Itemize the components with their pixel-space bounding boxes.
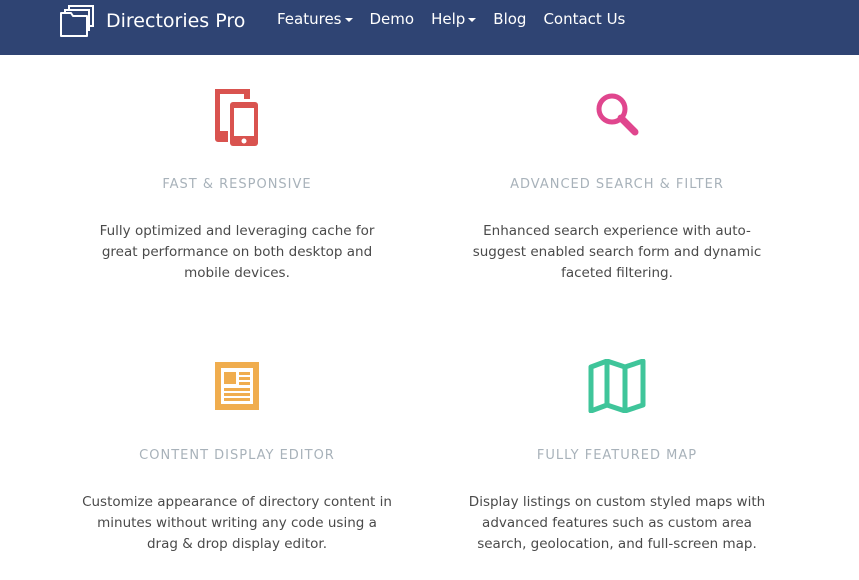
- map-icon: [588, 359, 646, 413]
- tablet-phone-icon: [215, 89, 258, 146]
- top-navbar: Directories Pro Features Demo Help Blog …: [0, 0, 859, 55]
- nav-demo[interactable]: Demo: [370, 10, 415, 28]
- search-icon: [596, 93, 639, 136]
- nav-help[interactable]: Help: [431, 10, 477, 28]
- nav-blog-label: Blog: [493, 10, 527, 28]
- feature-fast-responsive: FAST & RESPONSIVE Fully optimized and le…: [82, 85, 392, 285]
- nav-demo-label: Demo: [369, 10, 415, 28]
- feature-description: Fully optimized and leveraging cache for…: [99, 223, 375, 281]
- nav-features-label: Features: [277, 10, 342, 28]
- caret-down-icon: [468, 18, 477, 22]
- feature-title: FULLY FEATURED MAP: [536, 448, 698, 463]
- main-nav: Features Demo Help Blog Contact Us: [277, 10, 642, 28]
- nav-features[interactable]: Features: [277, 10, 353, 28]
- caret-down-icon: [344, 18, 353, 22]
- feature-title: ADVANCED SEARCH & FILTER: [510, 177, 724, 192]
- feature-fully-featured-map: FULLY FEATURED MAP Display listings on c…: [462, 356, 772, 566]
- nav-contact-label: Contact Us: [543, 10, 626, 28]
- brand-name: Directories Pro: [106, 10, 246, 32]
- brand-link[interactable]: Directories Pro: [60, 4, 245, 38]
- feature-description: Enhanced search experience with auto-sug…: [472, 223, 762, 281]
- nav-contact[interactable]: Contact Us: [543, 10, 625, 28]
- feature-description: Customize appearance of directory conten…: [82, 494, 392, 552]
- newspaper-icon: [215, 362, 259, 410]
- feature-advanced-search: ADVANCED SEARCH & FILTER Enhanced search…: [462, 85, 772, 285]
- feature-description: Display listings on custom styled maps w…: [468, 494, 766, 552]
- nav-blog[interactable]: Blog: [493, 10, 526, 28]
- nav-help-label: Help: [431, 10, 466, 28]
- folders-logo-icon: [60, 5, 94, 37]
- feature-content-display-editor: CONTENT DISPLAY EDITOR Customize appeara…: [82, 356, 392, 566]
- feature-title: FAST & RESPONSIVE: [162, 177, 312, 192]
- feature-title: CONTENT DISPLAY EDITOR: [139, 448, 335, 463]
